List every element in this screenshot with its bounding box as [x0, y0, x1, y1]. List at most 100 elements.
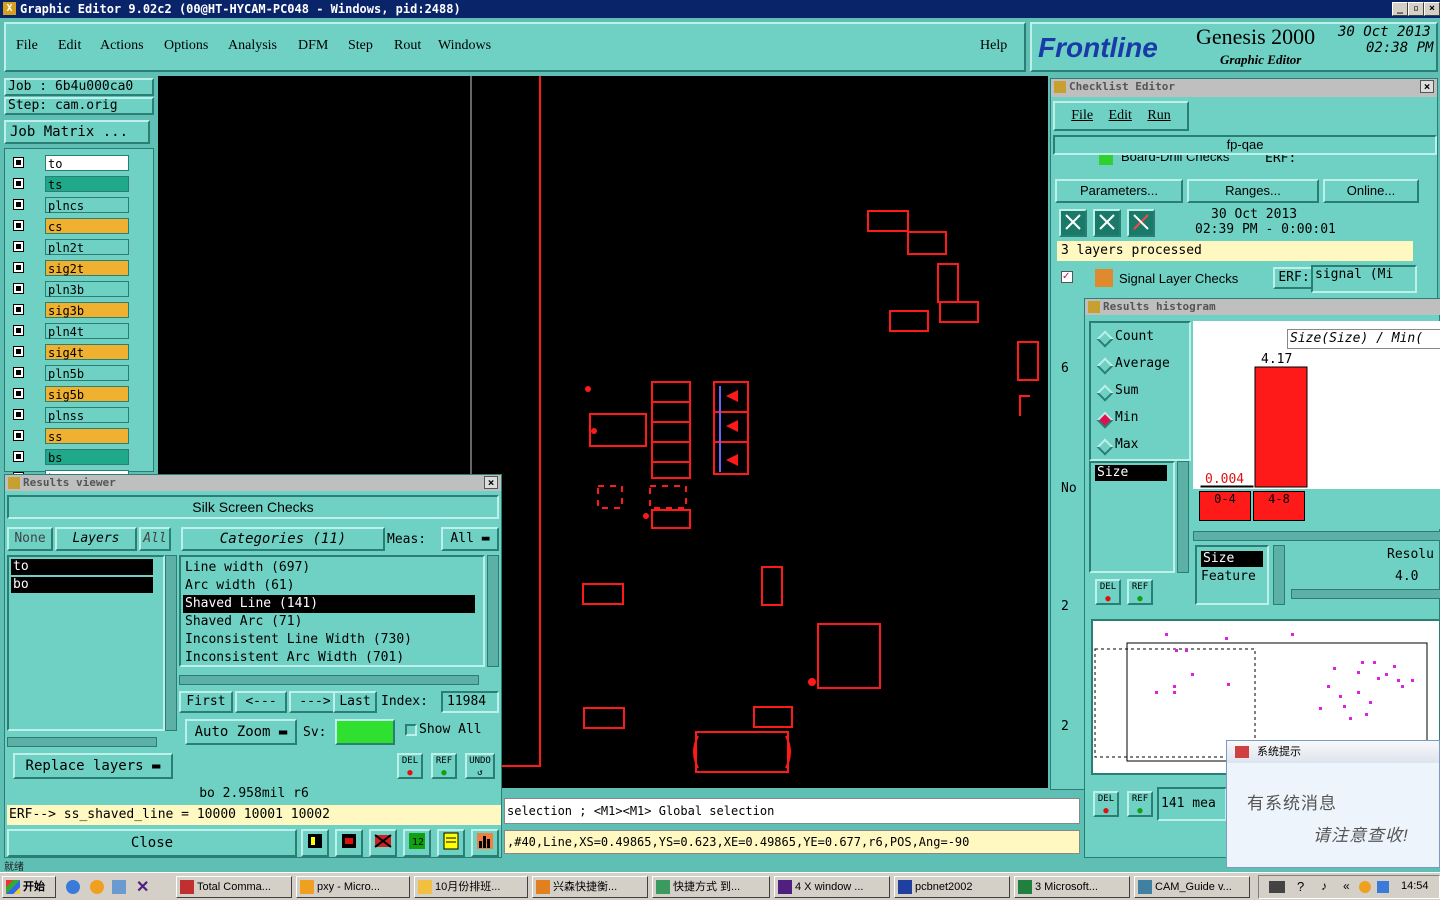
layer-row-pln5b[interactable]: pln5b	[11, 365, 129, 381]
job-matrix-button[interactable]: Job Matrix ...	[4, 120, 150, 144]
hist-del-button[interactable]: DEL ●	[1095, 579, 1121, 605]
x-server-icon[interactable]: ✕	[136, 877, 149, 897]
signal-erf-value[interactable]: signal (Mi	[1311, 265, 1417, 293]
layer-checkbox[interactable]	[13, 220, 24, 231]
layer-row-ss[interactable]: ss	[11, 428, 129, 444]
layer-checkbox[interactable]	[13, 304, 24, 315]
layer-row-cs[interactable]: cs	[11, 218, 129, 234]
layer-checkbox[interactable]	[13, 283, 24, 294]
category-item[interactable]: Line width (697)	[183, 559, 475, 577]
severity-color-dropdown[interactable]	[335, 719, 395, 745]
index-input[interactable]: 11984	[441, 691, 499, 713]
taskbar-item[interactable]: 3 Microsoft...	[1014, 876, 1130, 898]
menu-help[interactable]: Help	[980, 38, 1007, 54]
histogram-bar[interactable]	[1254, 366, 1308, 488]
parameters-button[interactable]: Parameters...	[1055, 179, 1183, 203]
taskbar-item[interactable]: 10月份排班...	[414, 876, 528, 898]
menu-options[interactable]: Options	[164, 38, 208, 54]
minimize-button[interactable]: _	[1392, 2, 1408, 16]
erase-icon[interactable]	[369, 829, 397, 857]
category-item[interactable]: Inconsistent Arc Width (701)	[183, 649, 475, 665]
layer-checkbox[interactable]	[13, 409, 24, 420]
taskbar-item[interactable]: 兴森快捷衡...	[532, 876, 648, 898]
mode-radio-sum[interactable]	[1096, 384, 1114, 402]
scatter-ref-button[interactable]: REF ●	[1127, 791, 1153, 817]
layer-row-sig5b[interactable]: sig5b	[11, 386, 129, 402]
tool-icon-1[interactable]	[301, 829, 329, 857]
result-layer-item[interactable]: to	[11, 559, 153, 575]
hist-ref-button[interactable]: REF ●	[1127, 579, 1153, 605]
menu-actions[interactable]: Actions	[100, 38, 144, 54]
layer-name[interactable]: cs	[45, 218, 129, 234]
categories-scrollbar[interactable]	[487, 555, 499, 667]
layers-scrollbar[interactable]	[165, 555, 177, 731]
close-icon[interactable]: ×	[1420, 80, 1434, 93]
size-feature-scrollbar[interactable]	[1273, 545, 1285, 605]
maximize-button[interactable]: ▫	[1408, 2, 1424, 16]
checklist-menu-edit[interactable]: Edit	[1109, 108, 1132, 123]
size-list-item[interactable]: Size	[1095, 465, 1167, 481]
checklist-menu-run[interactable]: Run	[1147, 108, 1170, 123]
layer-name[interactable]: pln4t	[45, 323, 129, 339]
tool-icon-2[interactable]	[335, 829, 363, 857]
layer-name[interactable]: ts	[45, 176, 129, 192]
menu-analysis[interactable]: Analysis	[228, 38, 277, 54]
notes-icon[interactable]	[437, 829, 465, 857]
del-button[interactable]: DEL ●	[397, 753, 423, 779]
mode-radio-max[interactable]	[1096, 438, 1114, 456]
close-icon[interactable]: ×	[484, 476, 498, 489]
tray-expand-icon[interactable]: «	[1343, 879, 1350, 893]
ref-button[interactable]: REF ●	[431, 753, 457, 779]
prev-button[interactable]: <---	[235, 691, 287, 713]
menu-dfm[interactable]: DFM	[298, 38, 328, 54]
layer-name[interactable]: sig3b	[45, 302, 129, 318]
last-button[interactable]: Last	[333, 691, 377, 713]
replace-layers-dropdown[interactable]: Replace layers ▬	[13, 753, 173, 779]
none-button[interactable]: None	[7, 527, 53, 551]
keyboard-icon[interactable]	[1269, 881, 1285, 893]
resolution-slider[interactable]	[1291, 589, 1440, 599]
categories-button[interactable]: Categories (11)	[181, 527, 385, 551]
start-button[interactable]: 开始	[2, 876, 56, 898]
layer-checkbox[interactable]	[13, 325, 24, 336]
close-button[interactable]: Close	[7, 829, 297, 857]
close-window-button[interactable]: ×	[1424, 2, 1440, 16]
size-list-scrollbar[interactable]	[1177, 461, 1189, 573]
feature-item[interactable]: Feature	[1201, 569, 1256, 584]
layer-row-to[interactable]: to	[11, 155, 129, 171]
auto-zoom-dropdown[interactable]: Auto Zoom ▬	[185, 719, 297, 745]
taskbar-item[interactable]: pcbnet2002	[894, 876, 1010, 898]
layer-checkbox[interactable]	[13, 430, 24, 441]
layer-row-pln3b[interactable]: pln3b	[11, 281, 129, 297]
category-item[interactable]: Shaved Line (141)	[183, 595, 475, 613]
layer-row-plnss[interactable]: plnss	[11, 407, 129, 423]
layer-checkbox[interactable]	[13, 241, 24, 252]
layer-checkbox[interactable]	[13, 388, 24, 399]
layer-row-pln2t[interactable]: pln2t	[11, 239, 129, 255]
meas-dropdown[interactable]: All ▬	[441, 527, 499, 551]
layer-checkbox[interactable]	[13, 451, 24, 462]
ranges-button[interactable]: Ranges...	[1187, 179, 1319, 203]
category-item[interactable]: Inconsistent Line Width (730)	[183, 631, 475, 649]
mode-radio-average[interactable]	[1096, 357, 1114, 375]
show-all-checkbox[interactable]	[405, 724, 417, 736]
layer-checkbox[interactable]	[13, 367, 24, 378]
category-item[interactable]: Shaved Arc (71)	[183, 613, 475, 631]
layer-name[interactable]: plnss	[45, 407, 129, 423]
quicklaunch-icon[interactable]	[90, 880, 104, 894]
layer-row-pln4t[interactable]: pln4t	[11, 323, 129, 339]
layer-name[interactable]: pln5b	[45, 365, 129, 381]
layer-name[interactable]: sig5b	[45, 386, 129, 402]
layer-row-sig4t[interactable]: sig4t	[11, 344, 129, 360]
menu-windows[interactable]: Windows	[438, 38, 491, 54]
taskbar-item[interactable]: Total Comma...	[176, 876, 292, 898]
first-button[interactable]: First	[179, 691, 233, 713]
help-icon[interactable]: ?	[1297, 879, 1304, 894]
taskbar-item[interactable]: 4 X window ...	[774, 876, 890, 898]
categories-hscrollbar[interactable]	[179, 675, 479, 685]
mode-radio-count[interactable]	[1096, 330, 1114, 348]
histogram-hscrollbar[interactable]	[1193, 531, 1440, 541]
layer-checkbox[interactable]	[13, 157, 24, 168]
layer-name[interactable]: pln3b	[45, 281, 129, 297]
run-all-icon[interactable]	[1093, 209, 1121, 237]
